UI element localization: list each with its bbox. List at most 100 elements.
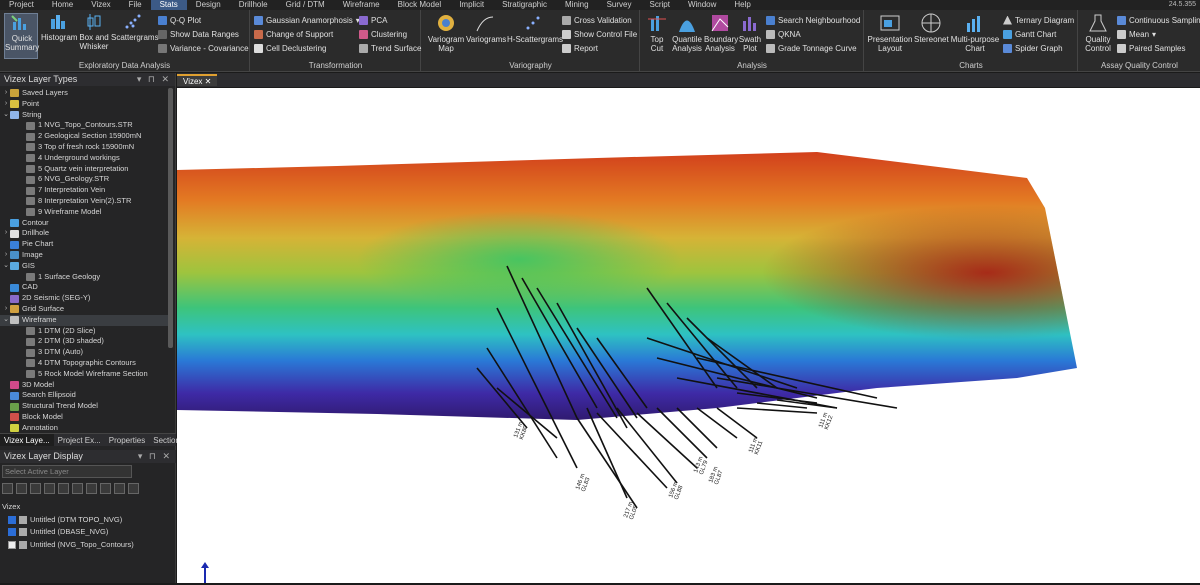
continuous-sampling-button[interactable]: Continuous Sampling [1117,14,1200,26]
trend-surface-button[interactable]: Trend Surface [359,42,421,54]
tool-8-icon[interactable] [100,483,111,494]
display-layer-row[interactable]: Untitled (NVG_Topo_Contours) [2,539,172,552]
boundary-analysis-button[interactable]: Boundary Analysis [704,13,738,53]
pca-button[interactable]: PCA [359,14,387,26]
menu-help[interactable]: Help [725,0,759,10]
grade-tonnage-button[interactable]: Grade Tonnage Curve [766,42,857,54]
variogram-map-button[interactable]: Variogram Map [426,13,466,53]
report-button[interactable]: Report [562,42,598,54]
scattergrams-button[interactable]: Scattergrams [111,13,159,42]
menu-wireframe[interactable]: Wireframe [334,0,389,10]
layer-visible-checkbox[interactable] [8,540,16,549]
tree-node[interactable]: ⌄ String [0,110,168,121]
tree-node[interactable]: CAD [0,282,168,293]
tree-node[interactable]: ⌄ GIS [0,261,168,272]
tree-node[interactable]: Block Model [0,412,168,423]
menu-vizex[interactable]: Vizex [82,0,119,10]
menu-design[interactable]: Design [187,0,230,10]
tree-node[interactable]: Search Ellipsoid [0,390,168,401]
change-support-button[interactable]: Change of Support [254,28,333,40]
tree-node[interactable]: 8 Interpretation Vein(2).STR [0,196,168,207]
gaussian-anamorphosis-button[interactable]: Gaussian Anamorphosis ▾ [254,14,360,26]
tree-node[interactable]: 5 Rock Model Wireframe Section [0,369,168,380]
tree-node[interactable]: ⌄ Wireframe [0,314,168,326]
tree-node[interactable]: 4 Underground workings [0,153,168,164]
tool-10-icon[interactable] [128,483,139,494]
swath-plot-button[interactable]: Swath Plot [738,13,762,53]
tree-node[interactable]: 2 Geological Section 15900mN [0,131,168,142]
spider-graph-button[interactable]: Spider Graph [1003,42,1063,54]
cell-declustering-button[interactable]: Cell Declustering [254,42,326,54]
tree-node[interactable]: 9 Wireframe Model [0,207,168,218]
h-scattergrams-button[interactable]: H-Scattergrams [507,13,563,44]
expand-arrow-icon[interactable]: › [2,250,10,261]
presentation-layout-button[interactable]: Presentation Layout [867,13,913,53]
multipurpose-chart-button[interactable]: Multi-purpose Chart [950,13,1000,53]
tree-node[interactable]: 5 Quartz vein interpretation [0,164,168,175]
expand-arrow-icon[interactable]: › [2,228,10,239]
expand-arrow-icon[interactable]: › [2,99,10,110]
top-cut-button[interactable]: Top Cut [645,13,669,53]
layer-visible-checkbox[interactable] [8,528,16,537]
menu-implicit[interactable]: Implicit [450,0,493,10]
tree-node[interactable]: 3 DTM (Auto) [0,347,168,358]
menu-stratigraphic[interactable]: Stratigraphic [493,0,556,10]
left-tab[interactable]: Vizex Laye... [0,434,54,446]
tree-node[interactable]: 4 DTM Topographic Contours [0,358,168,369]
surface-render[interactable]: 131 mKK80 146 mGL83 217 mGL05 156 mGL88 … [177,88,1200,583]
ternary-diagram-button[interactable]: Ternary Diagram [1003,14,1074,26]
paired-samples-button[interactable]: Paired Samples [1117,42,1185,54]
tree-node[interactable]: 3 Top of fresh rock 15900mN [0,142,168,153]
tree-node[interactable]: › Drillhole [0,228,168,239]
tab-vizex[interactable]: Vizex ✕ [177,74,218,86]
expand-arrow-icon[interactable]: ⌄ [2,110,10,121]
tree-node[interactable]: › Image [0,250,168,261]
mean-button[interactable]: Mean ▾ [1117,28,1156,40]
3d-viewport[interactable]: 131 m KK80 146 m GL83 217 m GL05 156 m GL88 … [177,88,1200,583]
menu-mining[interactable]: Mining [556,0,598,10]
active-layer-select[interactable]: Select Active Layer [2,465,132,478]
display-layer-row[interactable]: Untitled (DBASE_NVG) [2,526,172,539]
menu-stats[interactable]: Stats [150,0,187,10]
tool-2-icon[interactable] [16,483,27,494]
histogram-button[interactable]: Histogram [41,13,77,42]
menu-grid-dtm[interactable]: Grid / DTM [277,0,334,10]
box-whisker-button[interactable]: Box and Whisker [79,13,109,51]
menu-block-model[interactable]: Block Model [389,0,451,10]
menu-window[interactable]: Window [679,0,725,10]
tool-7-icon[interactable] [86,483,97,494]
tree-node[interactable]: 3D Model [0,380,168,391]
menu-home[interactable]: Home [43,0,82,10]
tree-node[interactable]: Annotation [0,423,168,434]
tree-node[interactable]: 1 Surface Geology [0,272,168,283]
left-tab[interactable]: Project Ex... [54,434,105,446]
panel-controls[interactable]: ▾ ⊓ ✕ [137,73,175,86]
tree-node[interactable]: Pie Chart [0,239,168,250]
gantt-chart-button[interactable]: Gantt Chart [1003,28,1056,40]
display-layer-row[interactable]: Untitled (DTM TOPO_NVG) [2,514,172,527]
expand-arrow-icon[interactable]: ⌄ [2,261,10,272]
tree-node[interactable]: 1 DTM (2D Slice) [0,326,168,337]
expand-arrow-icon[interactable]: ⌄ [2,315,10,326]
search-neighbourhood-button[interactable]: Search Neighbourhood [766,14,860,26]
tool-5-icon[interactable] [58,483,69,494]
menu-file[interactable]: File [120,0,151,10]
menu-survey[interactable]: Survey [598,0,641,10]
variance-covariance-button[interactable]: Variance - Covariance [158,42,249,54]
left-tab[interactable]: Properties [105,434,149,446]
tree-scrollbar[interactable] [168,88,173,348]
layer-visible-checkbox[interactable] [8,515,16,524]
qq-plot-button[interactable]: Q-Q Plot [158,14,201,26]
tree-node[interactable]: Contour [0,218,168,229]
quick-summary-button[interactable]: Quick Summary [4,13,39,59]
display-panel-controls[interactable]: ▾ ⊓ ✕ [138,450,176,463]
tree-node[interactable]: › Grid Surface [0,304,168,315]
expand-arrow-icon[interactable]: › [2,88,10,99]
cross-validation-button[interactable]: Cross Validation [562,14,632,26]
clustering-button[interactable]: Clustering [359,28,407,40]
stereonet-button[interactable]: Stereonet [914,13,949,44]
tree-node[interactable]: 2 DTM (3D shaded) [0,336,168,347]
quantile-analysis-button[interactable]: Quantile Analysis [671,13,703,53]
tree-node[interactable]: Structural Trend Model [0,401,168,412]
tool-3-icon[interactable] [30,483,41,494]
